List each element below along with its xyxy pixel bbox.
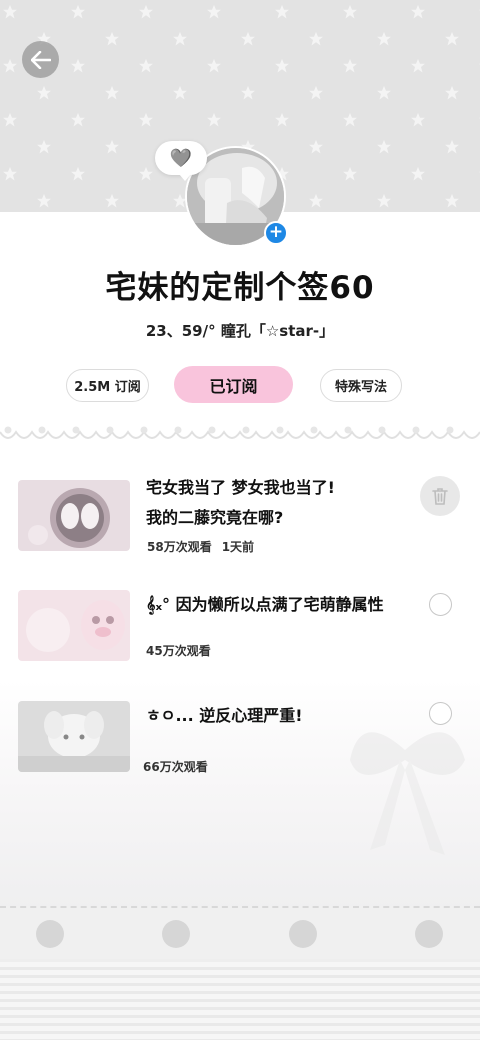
add-follow-button[interactable]: + <box>264 221 288 245</box>
bow-decoration <box>350 732 465 855</box>
back-button[interactable] <box>22 41 59 78</box>
select-radio[interactable] <box>429 593 452 616</box>
item-thumbnail[interactable] <box>18 701 130 772</box>
profile-subtitle: 23、59/° 瞳孔「☆star-」 <box>145 322 335 340</box>
item-title[interactable]: ㅎㅇ... 逆反心理严重! <box>146 701 303 731</box>
view-count: 58万次观看 <box>147 540 212 554</box>
footer-stripes <box>0 962 480 1040</box>
item-title-line: 宅女我当了 梦女我也当了! <box>146 478 335 497</box>
footer-band <box>0 906 480 959</box>
arrow-left-icon <box>30 50 51 69</box>
heart-bubble: 🩶 <box>155 141 207 181</box>
item-meta: 58万次观看 1天前 <box>147 538 264 555</box>
item-thumbnail[interactable] <box>18 590 130 661</box>
item-meta: 45万次观看 <box>146 642 221 659</box>
item-title[interactable]: 宅女我当了 梦女我也当了! 我的二藤究竟在哪? <box>146 473 335 533</box>
item-meta: 66万次观看 <box>143 758 218 775</box>
time-ago: 1天前 <box>221 540 255 554</box>
select-radio[interactable] <box>429 702 452 725</box>
heart-icon: 🩶 <box>169 147 193 169</box>
subscribe-button[interactable]: 已订阅 <box>174 366 293 403</box>
item-thumbnail[interactable] <box>18 480 130 551</box>
item-title[interactable]: 𝄞ₓ° 因为懒所以点满了宅萌静属性 <box>146 590 384 620</box>
footer-dot <box>162 920 190 948</box>
item-title-line: 我的二藤究竟在哪? <box>146 508 284 527</box>
view-count: 66万次观看 <box>143 760 208 774</box>
delete-button[interactable] <box>420 476 460 516</box>
subscriber-count: 2.5M 订阅 <box>66 369 149 402</box>
trash-icon <box>432 488 448 505</box>
lace-divider <box>0 426 480 439</box>
style-tag-button[interactable]: 特殊写法 <box>320 369 402 402</box>
view-count: 45万次观看 <box>146 644 211 658</box>
page-title: 宅妹的定制个签60 <box>105 270 375 306</box>
footer-dot <box>36 920 64 948</box>
footer-decoration <box>0 906 480 1040</box>
footer-dot <box>415 920 443 948</box>
footer-dot <box>289 920 317 948</box>
